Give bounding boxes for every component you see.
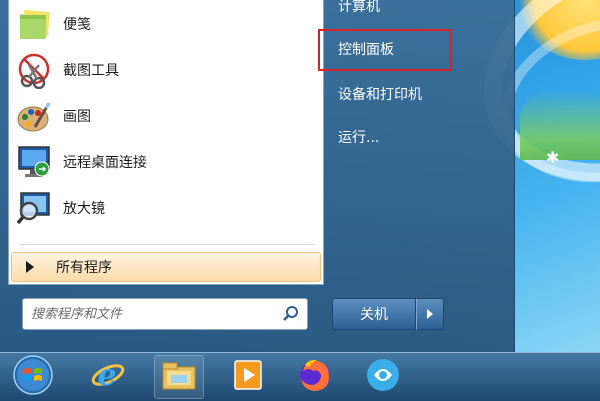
taskbar-media-player[interactable] xyxy=(222,355,272,399)
snipping-tool-icon xyxy=(15,51,53,90)
all-programs-button[interactable]: 所有程序 xyxy=(11,252,321,282)
program-item-magnifier[interactable]: 放大镜 xyxy=(11,186,317,230)
program-item-paint[interactable]: 画图 xyxy=(11,94,317,138)
magnifier-icon xyxy=(15,189,53,227)
wallpaper-flower-icon: ✱ xyxy=(546,148,560,167)
program-item-sticky-notes[interactable]: 便笺 xyxy=(11,2,317,46)
program-label: 画图 xyxy=(63,109,91,125)
internet-explorer-icon: e xyxy=(87,355,127,399)
taskbar-file-explorer[interactable] xyxy=(154,355,204,399)
shutdown-label: 关机 xyxy=(360,307,388,323)
program-item-remote-desktop[interactable]: 远程桌面连接 xyxy=(11,140,317,184)
taskbar-internet-explorer[interactable]: e xyxy=(82,355,132,399)
right-item-devices-printers[interactable]: 设备和打印机 xyxy=(338,84,422,104)
search-icon[interactable] xyxy=(279,302,303,326)
remote-desktop-icon xyxy=(15,143,53,181)
taskbar-app-circle[interactable] xyxy=(358,355,408,399)
start-search-box[interactable] xyxy=(22,298,308,330)
media-player-icon xyxy=(227,355,267,399)
program-label: 便笺 xyxy=(63,17,91,33)
taskbar: e xyxy=(0,352,600,401)
program-label: 放大镜 xyxy=(63,201,105,217)
control-panel-highlight xyxy=(318,29,452,71)
sticky-notes-icon xyxy=(15,5,53,43)
app-circle-icon xyxy=(363,355,403,399)
right-item-run[interactable]: 运行... xyxy=(338,127,379,147)
file-explorer-icon xyxy=(159,355,199,399)
program-item-snipping-tool[interactable]: 截图工具 xyxy=(11,48,317,92)
program-label: 截图工具 xyxy=(63,63,119,79)
taskbar-firefox[interactable] xyxy=(290,355,340,399)
firefox-icon xyxy=(295,355,335,399)
expand-arrow-icon xyxy=(26,261,34,273)
chevron-right-icon xyxy=(427,309,433,319)
wallpaper-grass xyxy=(520,90,600,160)
start-menu: 便笺 截图工具 画图 远程桌面连接 放大镜 所有程序 搜索程序和文件 计算机 控… xyxy=(0,0,515,352)
right-item-computer[interactable]: 计算机 xyxy=(338,0,380,16)
shutdown-options-button[interactable] xyxy=(416,298,444,330)
paint-icon xyxy=(15,97,53,135)
program-label: 远程桌面连接 xyxy=(63,155,147,171)
start-menu-programs-pane: 便笺 截图工具 画图 远程桌面连接 放大镜 所有程序 xyxy=(8,0,324,285)
start-button[interactable] xyxy=(8,355,58,399)
svg-text:e: e xyxy=(97,358,116,393)
search-input[interactable] xyxy=(23,300,279,328)
windows-start-orb-icon xyxy=(12,354,54,400)
all-programs-label: 所有程序 xyxy=(56,260,112,276)
programs-divider xyxy=(19,244,315,245)
shutdown-button[interactable]: 关机 xyxy=(332,298,416,330)
